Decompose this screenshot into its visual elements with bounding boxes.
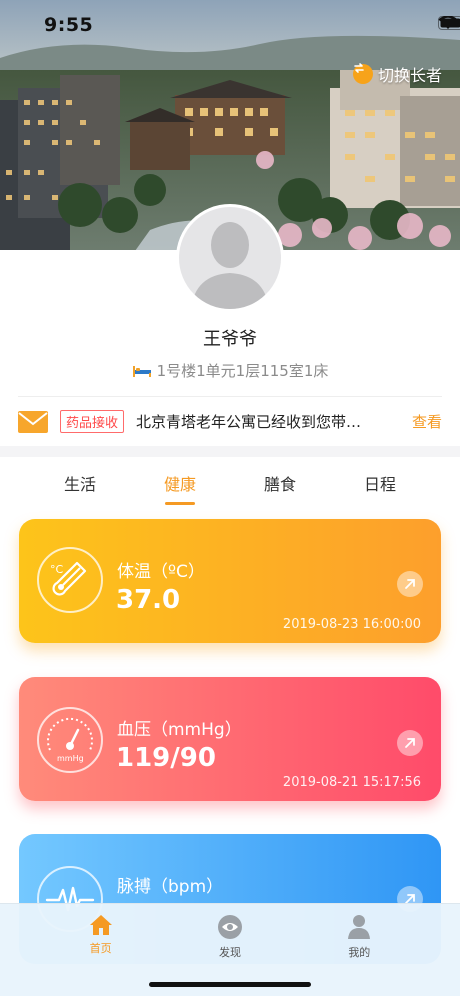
tabbar-home[interactable]: 首页 — [61, 904, 141, 996]
person-icon — [348, 915, 371, 939]
arrow-up-right-icon[interactable] — [397, 730, 423, 756]
tabbar-label: 我的 — [348, 946, 371, 959]
status-bar: 9:55 — [0, 0, 460, 50]
tabbar-label: 首页 — [89, 942, 112, 955]
switch-elder-label: 切换长者 — [377, 66, 442, 85]
tab-label: 健康 — [163, 475, 196, 494]
blood-pressure-time: 2019-08-21 15:17:56 — [282, 775, 421, 790]
tab-health[interactable]: 健康 — [145, 457, 215, 507]
category-tabs: 生活 健康 膳食 日程 — [0, 457, 460, 507]
blood-pressure-value: 119/90 — [116, 743, 216, 773]
gauge-unit-text: mmHg — [57, 754, 84, 763]
pulse-label: 脉搏（bpm） — [117, 877, 224, 897]
blood-pressure-label: 血压（mmHg） — [117, 720, 242, 740]
notice-message: 北京青塔老年公寓已经收到您带… — [136, 413, 362, 431]
room-label: 1号楼1单元1层115室1床 — [156, 362, 329, 380]
tab-label: 日程 — [363, 475, 396, 494]
avatar[interactable] — [176, 204, 284, 312]
tab-schedule[interactable]: 日程 — [345, 457, 415, 507]
status-time: 9:55 — [44, 14, 94, 36]
notice-view-link[interactable]: 查看 — [412, 411, 442, 432]
gauge-icon: mmHg — [37, 707, 103, 773]
active-tab-indicator — [165, 502, 195, 505]
switch-icon — [352, 63, 373, 84]
tab-label: 膳食 — [263, 475, 296, 494]
blood-pressure-card[interactable]: mmHg 血压（mmHg） 119/90 2019-08-21 15:17:56 — [19, 677, 441, 801]
battery-icon — [438, 16, 460, 30]
room-info: 1号楼1单元1层115室1床 — [0, 360, 460, 381]
temperature-card[interactable]: °C 体温（ºC） 37.0 2019-08-23 16:00:00 — [19, 519, 441, 643]
bottom-tab-bar: 首页 发现 我的 — [0, 903, 460, 996]
tab-label: 生活 — [63, 475, 96, 494]
temperature-time: 2019-08-23 16:00:00 — [282, 617, 421, 632]
tabbar-label: 发现 — [218, 946, 241, 959]
switch-elder-button[interactable]: 切换长者 — [352, 62, 442, 86]
mail-icon — [18, 410, 48, 433]
avatar-placeholder — [179, 207, 281, 309]
arrow-up-right-icon[interactable] — [397, 571, 423, 597]
temperature-label: 体温（ºC） — [117, 562, 205, 582]
notice-tag: 药品接收 — [60, 410, 125, 433]
notice-bar[interactable]: 药品接收 北京青塔老年公寓已经收到您带… 查看 — [18, 396, 442, 446]
app-root: 9:55 切换长者 王爷爷 1号楼1单元1层115室1床 药品接收 北京青塔老年… — [0, 0, 460, 996]
temperature-value: 37.0 — [116, 585, 181, 615]
elder-name: 王爷爷 — [203, 329, 257, 350]
tab-meals[interactable]: 膳食 — [245, 457, 315, 507]
home-indicator — [149, 982, 311, 987]
thermometer-icon: °C — [37, 547, 103, 613]
person-silhouette-icon — [191, 222, 269, 309]
svg-text:°C: °C — [50, 563, 64, 576]
home-icon — [89, 915, 112, 935]
tab-life[interactable]: 生活 — [45, 457, 115, 507]
eye-icon — [217, 915, 242, 939]
bed-icon — [132, 365, 151, 377]
tabbar-mine[interactable]: 我的 — [319, 904, 399, 996]
